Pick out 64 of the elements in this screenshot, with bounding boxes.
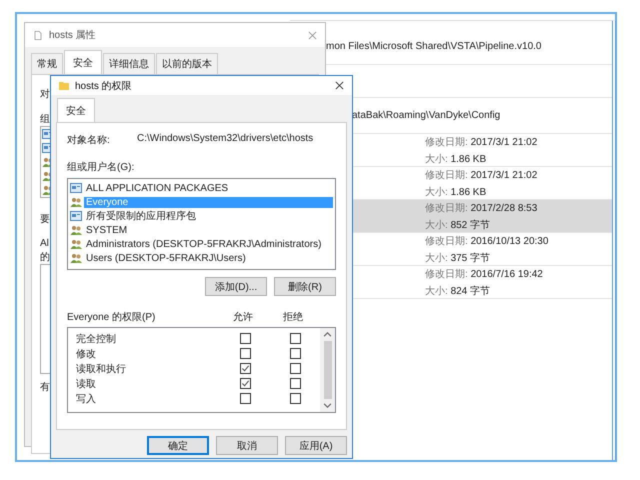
package-icon: [70, 183, 82, 193]
tab[interactable]: 以前的版本: [156, 53, 218, 74]
column-header: 拒绝: [282, 310, 304, 324]
clipped-label: 的: [40, 251, 50, 262]
checkbox[interactable]: [290, 378, 300, 389]
scroll-thumb[interactable]: [324, 341, 332, 399]
modified-date: 修改日期: 2016/7/16 19:42: [425, 268, 544, 280]
folder-path: mon Files\Microsoft Shared\VSTA\Pipeline.v10.0: [326, 41, 542, 52]
clipped-label: 要: [40, 213, 50, 224]
list-button[interactable]: 删除(R): [274, 277, 336, 296]
user-list[interactable]: ALL APPLICATION PACKAGES Everyone 所有受限制的应用程序包 SYSTEM Administrators (DESKTOP-5FRAKRJ\Administrators) Users (DESKTOP-5FRAKRJ\Users): [67, 178, 336, 270]
checkbox[interactable]: [240, 378, 250, 389]
document-icon: [33, 30, 43, 40]
permission-name: 写入: [76, 392, 97, 406]
modified-date: 修改日期: 2017/3/1 21:02: [425, 168, 538, 182]
scroll-up-icon[interactable]: [323, 330, 332, 339]
folder-icon: [59, 81, 69, 90]
tab[interactable]: 常规: [31, 53, 63, 74]
window-title: hosts 属性: [49, 28, 96, 42]
checkbox[interactable]: [290, 393, 300, 404]
list-button[interactable]: 添加(D)...: [205, 277, 267, 296]
tab[interactable]: 安全: [64, 50, 102, 74]
clipped-label: 组: [40, 113, 50, 124]
permission-name: 完全控制: [76, 332, 117, 346]
users-icon: [70, 197, 82, 207]
package-icon: [70, 211, 82, 221]
clipped-label: 有: [40, 381, 50, 392]
close-icon[interactable]: [335, 81, 344, 90]
folder-path: ataBak\Roaming\VanDyke\Config: [352, 110, 502, 121]
checkbox[interactable]: [240, 363, 250, 374]
file-size: 大小: 375 字节: [425, 252, 492, 264]
object-name-label: 对象名称:: [67, 134, 111, 147]
checkbox[interactable]: [240, 333, 250, 344]
file-size: 大小: 1.86 KB: [425, 186, 488, 198]
checkbox[interactable]: [240, 348, 250, 359]
clipped-label: 对: [40, 88, 50, 99]
checkbox[interactable]: [290, 363, 300, 374]
users-icon: [70, 253, 82, 263]
users-icon: [70, 239, 82, 249]
file-size: 大小: 1.86 KB: [425, 152, 488, 166]
scroll-down-icon[interactable]: [323, 401, 332, 410]
file-size: 大小: 852 字节: [425, 218, 492, 232]
permission-name: 读取: [76, 378, 97, 390]
clipped-label: Al: [40, 238, 49, 250]
modified-date: 修改日期: 2016/10/13 20:30: [425, 234, 550, 248]
column-header: 允许: [232, 310, 254, 324]
checkbox[interactable]: [290, 333, 300, 344]
tab[interactable]: 详细信息: [103, 53, 155, 74]
checkbox[interactable]: [240, 393, 250, 404]
modified-date: 修改日期: 2017/2/28 8:53: [425, 202, 538, 214]
file-size: 大小: 824 字节: [425, 284, 492, 298]
users-icon: [70, 225, 82, 235]
dialog-button[interactable]: 取消: [216, 436, 278, 455]
scrollbar[interactable]: [320, 328, 335, 412]
dialog-button[interactable]: 确定: [147, 436, 209, 455]
modified-date: 修改日期: 2017/3/1 21:02: [425, 136, 538, 148]
window-title: hosts 的权限: [75, 80, 132, 92]
dialog-button[interactable]: 应用(A): [285, 436, 347, 455]
permissions-label: Everyone 的权限(P): [67, 310, 156, 324]
group-label: 组或用户名(G):: [67, 160, 136, 174]
permission-name: 修改: [76, 348, 97, 360]
checkbox[interactable]: [290, 348, 300, 359]
permission-name: 读取和执行: [76, 362, 127, 376]
tab[interactable]: 安全: [57, 98, 95, 122]
